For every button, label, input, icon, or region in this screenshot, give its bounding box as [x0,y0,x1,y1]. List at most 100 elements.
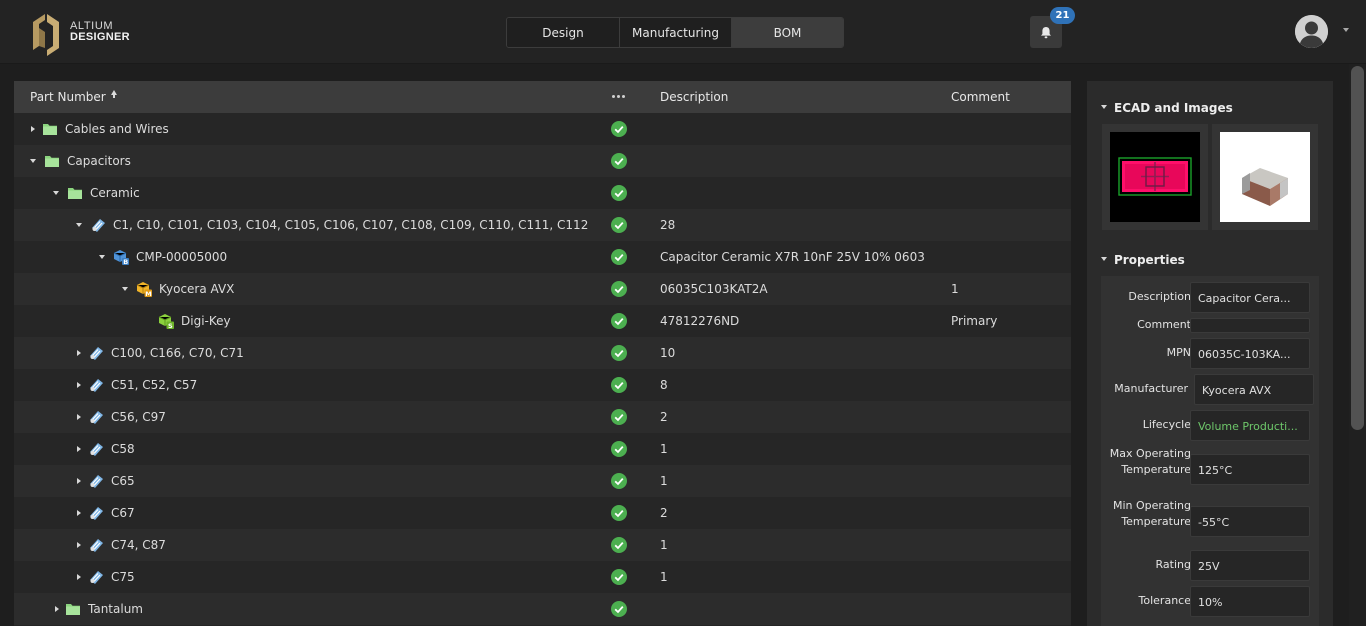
column-header-part-number[interactable]: Part Number [30,90,106,104]
expand-chevron-right-icon[interactable] [77,446,81,452]
folder-icon [66,604,80,615]
section-collapse-chevron-down-icon[interactable] [1101,257,1107,261]
user-icon [1295,15,1328,48]
altium-logo[interactable]: ALTIUM DESIGNER [31,8,131,56]
expand-chevron-right-icon[interactable] [31,126,35,132]
status-ok-check-icon [611,473,627,489]
row-description: 1 [660,570,668,584]
section-title: Properties [1114,253,1185,267]
designator-icon [90,411,103,424]
collapse-chevron-down-icon[interactable] [99,255,105,259]
tab-design[interactable]: Design [507,18,619,47]
table-row[interactable]: C100, C166, C70, C71 10 [14,337,1071,369]
row-label: Capacitors [67,154,131,168]
row-label: Digi-Key [181,314,231,328]
expand-chevron-right-icon[interactable] [77,542,81,548]
section-collapse-chevron-down-icon[interactable] [1101,105,1107,109]
folder-icon [68,188,82,199]
row-label: CMP-00005000 [136,250,228,264]
3d-model-image[interactable] [1212,124,1318,230]
property-value-min-operating-temperature[interactable]: -55°C [1190,506,1310,537]
table-row[interactable]: C65 1 [14,465,1071,497]
scrollbar-thumb[interactable] [1351,66,1364,430]
row-label: C75 [111,570,135,584]
property-label-comment: Comment [1137,318,1191,331]
altium-logo-icon [33,14,59,56]
status-ok-check-icon [611,441,627,457]
row-label: Tantalum [88,602,143,616]
expand-chevron-right-icon[interactable] [55,606,59,612]
property-label-rating: Rating [1155,558,1191,571]
property-value-rating[interactable]: 25V [1190,550,1310,581]
column-options-more-icon[interactable] [612,95,625,98]
user-avatar[interactable] [1295,15,1328,48]
row-label: C74, C87 [111,538,166,552]
table-row[interactable]: C56, C97 2 [14,401,1071,433]
status-ok-check-icon [611,537,627,553]
table-row[interactable]: C74, C87 1 [14,529,1071,561]
table-row[interactable]: Ceramic [14,177,1071,209]
collapse-chevron-down-icon[interactable] [122,287,128,291]
status-ok-check-icon [611,249,627,265]
property-label-min-operating-temperature: Min Operating Temperature [1112,499,1191,528]
collapse-chevron-down-icon[interactable] [76,223,82,227]
table-row[interactable]: Tantalum [14,593,1071,625]
property-label-tolerance: Tolerance [1138,594,1191,607]
expand-chevron-right-icon[interactable] [77,382,81,388]
collapse-chevron-down-icon[interactable] [30,159,36,163]
expand-chevron-right-icon[interactable] [77,350,81,356]
panel-scrollbar[interactable] [1349,64,1366,626]
status-ok-check-icon [611,217,627,233]
svg-text:M: M [145,290,151,297]
table-row[interactable]: Cables and Wires [14,113,1071,145]
expand-chevron-right-icon[interactable] [77,478,81,484]
property-value-comment[interactable] [1190,318,1310,333]
property-value-lifecycle[interactable]: Volume Producti... [1190,410,1310,441]
tab-bom[interactable]: BOM [731,18,843,47]
property-value-max-operating-temperature[interactable]: 125°C [1190,454,1310,485]
collapse-chevron-down-icon[interactable] [53,191,59,195]
designator-icon [90,347,103,360]
property-value-description[interactable]: Capacitor Cera... [1190,282,1310,313]
property-label-description: Description [1128,290,1191,303]
user-menu-chevron-down-icon[interactable] [1343,28,1349,32]
table-row[interactable]: C67 2 [14,497,1071,529]
sort-ascending-icon[interactable] [111,90,117,98]
table-row[interactable]: C58 1 [14,433,1071,465]
row-label: C56, C97 [111,410,166,424]
property-label-mpn: MPN [1166,346,1191,359]
notification-count-badge[interactable]: 21 [1050,7,1075,24]
table-row[interactable]: C51, C52, C57 8 [14,369,1071,401]
row-description: 47812276ND [660,314,740,328]
table-row[interactable]: S Digi-Key 47812276ND Primary [14,305,1071,337]
expand-chevron-right-icon[interactable] [77,510,81,516]
tab-manufacturing[interactable]: Manufacturing [619,18,731,47]
column-header-description[interactable]: Description [660,90,728,104]
manufacturer-icon: M [136,282,152,297]
properties-panel: ECAD and Images Properties Description C… [1087,81,1333,626]
status-ok-check-icon [611,409,627,425]
table-row[interactable]: C75 1 [14,561,1071,593]
table-row[interactable]: Capacitors [14,145,1071,177]
property-value-tolerance[interactable]: 10% [1190,586,1310,617]
row-description: 1 [660,442,668,456]
table-row[interactable]: B CMP-00005000 Capacitor Ceramic X7R 10n… [14,241,1071,273]
designator-icon [90,379,103,392]
status-ok-check-icon [611,601,627,617]
property-value-mpn[interactable]: 06035C-103KA... [1190,338,1310,369]
component-3d-image [1220,132,1310,222]
designator-icon [90,475,103,488]
table-row[interactable]: C1, C10, C101, C103, C104, C105, C106, C… [14,209,1071,241]
column-header-comment[interactable]: Comment [951,90,1010,104]
status-ok-check-icon [611,377,627,393]
bom-grid: Part Number Description Comment Cables a… [14,81,1071,626]
footprint-image[interactable] [1102,124,1208,230]
table-row[interactable]: M Kyocera AVX 06035C103KAT2A 1 [14,273,1071,305]
row-description: 28 [660,218,676,232]
property-label-manufacturer: Manufacturer [1114,382,1188,395]
property-label-lifecycle: Lifecycle [1142,418,1191,431]
property-value-manufacturer[interactable]: Kyocera AVX [1194,374,1314,405]
expand-chevron-right-icon[interactable] [77,574,81,580]
row-comment: 1 [951,282,959,296]
expand-chevron-right-icon[interactable] [77,414,81,420]
